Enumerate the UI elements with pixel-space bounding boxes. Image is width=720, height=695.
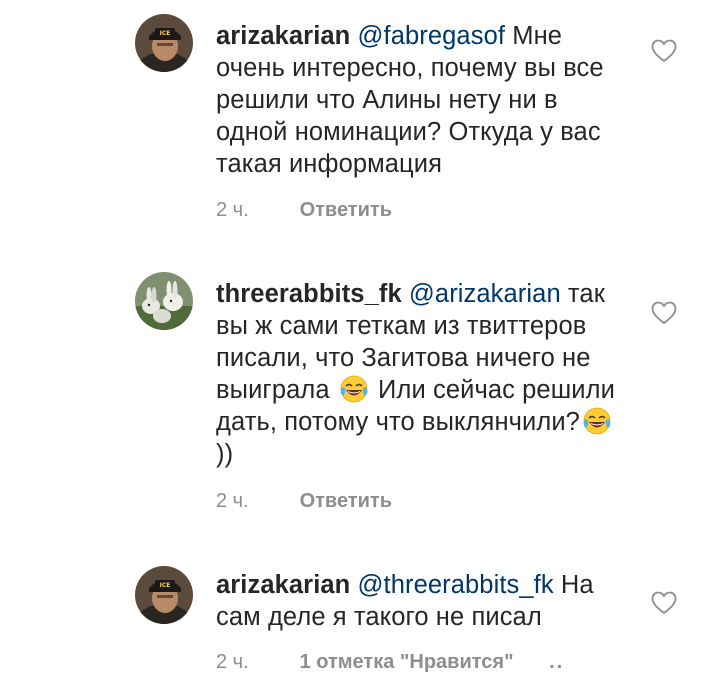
more-options-button[interactable]: ..: [549, 651, 564, 673]
user-avatar-icon[interactable]: ICE: [135, 566, 193, 624]
comment-username[interactable]: arizakarian: [216, 571, 350, 599]
user-avatar-icon[interactable]: ICE: [135, 14, 193, 72]
face-with-tears-of-joy-icon: [340, 375, 368, 403]
avatar-badge-text: ICE: [160, 582, 171, 589]
comment-time: 2 ч.: [216, 651, 249, 673]
avatar-badge-text: ICE: [160, 30, 171, 37]
heart-icon[interactable]: [650, 38, 678, 64]
comment-text: arizakarian @threerabbits_fk На сам деле…: [216, 569, 616, 633]
heart-icon[interactable]: [650, 590, 678, 616]
reply-button[interactable]: Ответить: [300, 199, 392, 221]
comment-body-part3: )): [216, 440, 234, 468]
comment-mention[interactable]: @arizakarian: [409, 280, 561, 308]
comment-mention[interactable]: @fabregasof: [358, 22, 506, 50]
comment-mention[interactable]: @threerabbits_fk: [358, 571, 554, 599]
comment-meta: 2 ч. 1 отметка "Нравится" ..: [216, 650, 564, 674]
heart-icon[interactable]: [650, 300, 678, 326]
rabbits-avatar-icon[interactable]: [135, 272, 193, 330]
comment-time: 2 ч.: [216, 490, 249, 512]
comment-meta: 2 ч. Ответить: [216, 489, 392, 513]
comment-meta: 2 ч. Ответить: [216, 198, 392, 222]
comment-username[interactable]: arizakarian: [216, 22, 350, 50]
comment-text: arizakarian @fabregasof Мне очень интере…: [216, 20, 616, 180]
comment-text: threerabbits_fk @arizakarian так вы ж са…: [216, 278, 616, 470]
comment-username[interactable]: threerabbits_fk: [216, 280, 402, 308]
reply-button[interactable]: Ответить: [300, 490, 392, 512]
comment-time: 2 ч.: [216, 199, 249, 221]
face-with-tears-of-joy-icon: [583, 407, 611, 435]
likes-count-button[interactable]: 1 отметка "Нравится": [300, 651, 514, 673]
